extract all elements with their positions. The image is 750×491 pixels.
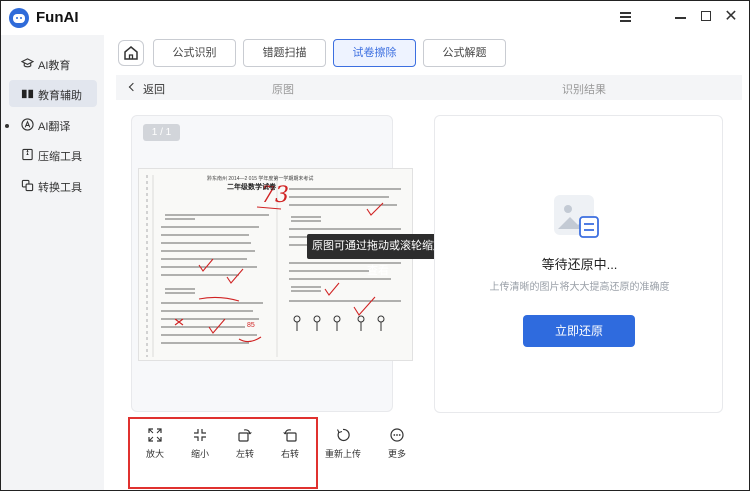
paper-title: 二年级数学试卷 — [227, 182, 277, 191]
rotate-left-icon — [238, 429, 252, 442]
zoom-out-button[interactable]: 缩小 — [181, 428, 219, 468]
result-panel: 等待还原中... 上传清晰的图片将大大提高还原的准确度 立即还原 — [434, 115, 723, 413]
zoom-hint-tooltip: 原图可通过拖动或滚轮缩放查看 — [307, 234, 449, 277]
chevron-left-icon[interactable] — [128, 82, 138, 92]
sidebar-item-label: 教育辅助 — [38, 90, 82, 102]
tab-paper-erase[interactable]: 试卷擦除 — [333, 39, 416, 67]
title-bar: FunAI ✕ — [1, 1, 749, 35]
shrink-icon — [194, 429, 206, 441]
sidebar-item-label: AI翻译 — [38, 121, 71, 133]
tool-label: 缩小 — [190, 449, 209, 459]
paper-header: 黔东南州 2014—2 015 学年度第一学期期末考试 — [207, 175, 313, 182]
rotate-left-button[interactable]: 左转 — [226, 428, 264, 468]
sidebar-item-education-assist[interactable]: 教育辅助 — [9, 80, 97, 107]
rotate-right-icon — [283, 429, 297, 442]
sidebar-item-ai-education[interactable]: AI教育 — [9, 50, 97, 77]
tool-label: 左转 — [235, 449, 254, 459]
tab-error-scan[interactable]: 错题扫描 — [243, 39, 326, 67]
main-content: 公式识别 错题扫描 试卷擦除 公式解题 返回 原图 识别结果 1 / 1 73 — [104, 35, 749, 490]
sidebar-item-compress-tools[interactable]: 压缩工具 — [9, 141, 97, 168]
convert-icon — [21, 179, 34, 192]
more-icon — [390, 428, 404, 442]
tool-label: 重新上传 — [324, 449, 361, 459]
minimize-icon[interactable] — [673, 9, 689, 25]
more-button[interactable]: 更多 — [378, 428, 416, 468]
app-title: FunAI — [36, 9, 79, 26]
home-button[interactable] — [118, 40, 144, 66]
book-icon — [21, 89, 34, 99]
graduation-cap-icon — [21, 58, 34, 68]
restore-now-button[interactable]: 立即还原 — [523, 315, 635, 347]
menu-icon[interactable] — [618, 9, 634, 25]
original-image-panel: 1 / 1 73 85 黔东南州 2014—2 015 学年度第一学期期末考试 … — [131, 115, 413, 412]
rotate-right-button[interactable]: 右转 — [271, 428, 309, 468]
sidebar-item-label: 压缩工具 — [38, 151, 82, 163]
tool-label: 更多 — [387, 449, 406, 459]
back-button[interactable]: 返回 — [143, 81, 165, 97]
sidebar-item-convert-tools[interactable]: 转换工具 — [9, 172, 97, 199]
funai-logo-icon — [9, 8, 29, 28]
sidebar: AI教育 教育辅助 AI翻译 压缩工具 转换工具 — [1, 35, 104, 490]
close-icon[interactable]: ✕ — [723, 9, 739, 25]
tool-label: 右转 — [280, 449, 299, 459]
compress-icon — [22, 148, 33, 161]
sidebar-item-label: 转换工具 — [38, 182, 82, 194]
app-window: FunAI ✕ AI教育 教育辅助 AI翻译 压缩工具 转换工具 公式识别 错题… — [0, 0, 750, 491]
waiting-status: 等待还原中... — [541, 257, 618, 272]
sidebar-item-ai-translate[interactable]: AI翻译 — [9, 111, 97, 138]
reupload-icon — [337, 428, 350, 442]
page-indicator: 1 / 1 — [143, 124, 180, 141]
reupload-button[interactable]: 重新上传 — [321, 428, 365, 468]
tab-formula-recognition[interactable]: 公式识别 — [153, 39, 236, 67]
translate-icon — [21, 118, 34, 131]
panel-header-bar: 返回 原图 识别结果 — [116, 75, 742, 100]
image-placeholder-icon — [554, 195, 599, 238]
expand-icon — [148, 428, 162, 442]
score-sub-mark: 85 — [247, 322, 255, 329]
tab-formula-solve[interactable]: 公式解题 — [423, 39, 506, 67]
upload-hint: 上传清晰的图片将大大提高还原的准确度 — [489, 282, 670, 293]
original-column-label: 原图 — [272, 84, 294, 96]
result-column-label: 识别结果 — [562, 84, 606, 96]
tool-label: 放大 — [145, 449, 164, 459]
maximize-icon[interactable] — [699, 9, 715, 25]
home-icon — [124, 46, 138, 60]
sidebar-item-label: AI教育 — [38, 60, 71, 72]
zoom-in-button[interactable]: 放大 — [136, 428, 174, 468]
